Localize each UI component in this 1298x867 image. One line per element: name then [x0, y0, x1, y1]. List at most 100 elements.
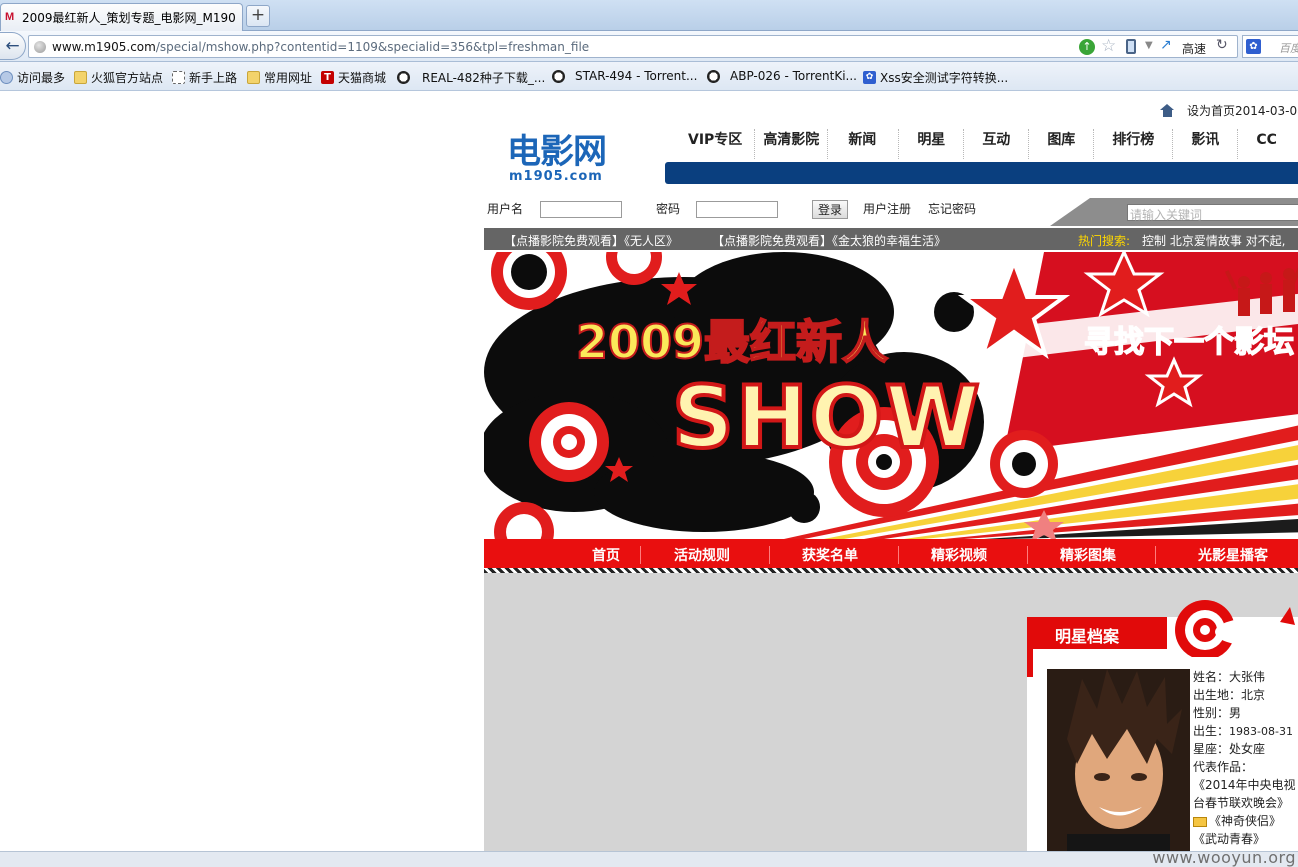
url-host: www.m1905.com [52, 40, 156, 54]
search-engine-placeholder: 百度 [1279, 42, 1298, 55]
subnav-divider [640, 546, 641, 564]
folder-icon [247, 71, 260, 84]
mobile-sync-icon[interactable] [1126, 39, 1136, 54]
browser-tab-strip: M 2009最红新人_策划专题_电影网_M190... + [0, 0, 1298, 31]
url-text[interactable]: www.m1905.com/special/mshow.php?contenti… [52, 40, 589, 54]
logo-main-text: 电影网 [507, 132, 607, 172]
bookmark-star-icon[interactable]: ☆ [1101, 36, 1116, 56]
star-work-2[interactable]: 《神奇侠侣》 [1193, 812, 1298, 830]
subnav-videos[interactable]: 精彩视频 [931, 545, 987, 565]
bookmark-label: 天猫商城 [338, 71, 387, 85]
bookmark-most-visited[interactable]: 访问最多 [0, 69, 65, 86]
tab-title: 2009最红新人_策划专题_电影网_M190... [22, 11, 237, 25]
star-profile-accent [1027, 647, 1033, 677]
forgot-password-link[interactable]: 忘记密码 [928, 200, 976, 217]
star-birthplace: 出生地：北京 [1193, 688, 1266, 702]
star-birth-label: 出生： [1193, 724, 1230, 738]
search-engine-box[interactable]: ✿ 百度 [1242, 35, 1298, 58]
star-birth-date: 1983-08-31 [1229, 725, 1293, 738]
subnav-divider [769, 546, 770, 564]
nav-rankings[interactable]: 排行榜 [1094, 129, 1174, 159]
back-button[interactable]: ← [0, 32, 26, 60]
bookmark-getting-started[interactable]: 新手上路 [172, 69, 237, 86]
subnav-winners[interactable]: 获奖名单 [802, 545, 858, 565]
hot-search-terms[interactable]: 控制 北京爱情故事 对不起, [1142, 232, 1285, 249]
bookmark-xss-test[interactable]: ✿ Xss安全测试字符转换... [863, 69, 1008, 86]
site-logo[interactable]: 电影网 m1905.com [507, 134, 637, 184]
bookmark-label: ABP-026 - TorrentKi... [730, 69, 857, 83]
promo-link-2[interactable]: 【点播影院免费观看】《金太狼的幸福生活》 [712, 232, 946, 249]
star-work-1-line2[interactable]: 台春节联欢晚会》 [1193, 794, 1298, 812]
star-birth: 出生：1983-08-31 [1193, 722, 1298, 740]
nav-cctv6[interactable]: CC [1238, 129, 1295, 159]
dropdown-arrow-icon[interactable]: ▼ [1145, 40, 1153, 51]
nav-gallery[interactable]: 图库 [1029, 129, 1095, 159]
star-profile-header: 明星档案 [1027, 617, 1167, 649]
banner-artwork: 2009最红新人 SHOW 寻找下一个影坛 [484, 252, 1298, 539]
video-icon [1193, 816, 1207, 827]
banner-show: SHOW [672, 368, 982, 468]
subnav-star-podcast[interactable]: 光影星播客 [1198, 545, 1268, 565]
panda-icon [552, 69, 565, 83]
reload-icon[interactable]: ↻ [1216, 37, 1228, 53]
username-label: 用户名 [487, 202, 524, 216]
globe-icon [0, 71, 13, 84]
hot-search-label: 热门搜索: [1078, 234, 1131, 248]
bookmark-label: STAR-494 - Torrent... [575, 69, 698, 83]
star-photo[interactable] [1047, 669, 1190, 851]
go-arrow-icon[interactable]: ↑ [1079, 39, 1095, 55]
bookmarks-toolbar: 访问最多 火狐官方站点 新手上路 常用网址 T 天猫商城 REAL-482种子下载… [0, 62, 1298, 91]
nav-interact[interactable]: 互动 [964, 129, 1030, 159]
baidu-paw-icon[interactable]: ✿ [1246, 39, 1261, 54]
star-profile-details: 姓名：大张伟 出生地：北京 性别：男 出生：1983-08-31 星座：处女座 … [1193, 668, 1298, 848]
register-link[interactable]: 用户注册 [863, 200, 911, 217]
nav-hd-cinema[interactable]: 高清影院 [755, 129, 829, 159]
star-portrait [1047, 669, 1190, 851]
star-work-1-line1[interactable]: 《2014年中央电视 [1193, 776, 1298, 794]
logo-sub-text: m1905.com [509, 169, 603, 184]
speed-mode-icon[interactable]: ↗ [1160, 37, 1172, 53]
star-profile-title: 明星档案 [1055, 627, 1120, 646]
dashed-folder-icon [172, 71, 185, 84]
nav-vip[interactable]: VIP专区 [676, 129, 756, 159]
web-page: 设为首页2014-03-08 电影网 m1905.com VIP专区 高清影院 … [0, 92, 1298, 851]
subnav-home[interactable]: 首页 [592, 545, 620, 565]
bookmark-abp-026[interactable]: ABP-026 - TorrentKi... [707, 69, 857, 83]
bookmark-firefox-official[interactable]: 火狐官方站点 [74, 69, 163, 86]
browser-status-bar [0, 851, 1298, 867]
password-label: 密码 [656, 202, 681, 216]
subnav-rules[interactable]: 活动规则 [674, 545, 730, 565]
site-search-input[interactable]: 请输入关键词 [1127, 204, 1298, 222]
bookmark-star-494[interactable]: STAR-494 - Torrent... [552, 69, 697, 83]
bookmark-common-sites[interactable]: 常用网址 [247, 69, 312, 86]
browser-navigation-bar: ← www.m1905.com/special/mshow.php?conten… [0, 31, 1298, 62]
profile-decoration [1175, 600, 1295, 657]
set-homepage-link[interactable]: 设为首页2014-03-08 [1160, 102, 1298, 119]
password-input[interactable] [696, 201, 778, 218]
campaign-banner: 2009最红新人 SHOW 寻找下一个影坛 [484, 252, 1298, 539]
login-button[interactable]: 登录 [812, 200, 848, 219]
nav-stars[interactable]: 明星 [899, 129, 965, 159]
subnav-gallery[interactable]: 精彩图集 [1060, 545, 1116, 565]
subnav-divider [898, 546, 899, 564]
new-tab-button[interactable]: + [246, 5, 270, 27]
tmall-icon: T [321, 71, 334, 84]
main-navigation: VIP专区 高清影院 新闻 明星 互动 图库 排行榜 影讯 CC [676, 129, 1298, 159]
bookmark-label: Xss安全测试字符转换... [880, 71, 1009, 85]
address-bar[interactable]: www.m1905.com/special/mshow.php?contenti… [28, 35, 1238, 58]
nav-showtimes[interactable]: 影讯 [1173, 129, 1239, 159]
site-identity-icon[interactable] [34, 41, 46, 53]
promo-link-1[interactable]: 【点播影院免费观看】《无人区》 [504, 232, 678, 249]
star-work-3[interactable]: 《武动青春》 [1193, 830, 1298, 848]
bookmark-real-482[interactable]: REAL-482种子下载_... [397, 69, 545, 86]
bookmark-label: 访问最多 [17, 71, 66, 85]
promo-ticker: 【点播影院免费观看】《无人区》 【点播影院免费观看】《金太狼的幸福生活》 热门搜… [484, 228, 1298, 250]
set-home-label: 设为首页2014-03-08 [1187, 104, 1298, 118]
speed-mode-label[interactable]: 高速 [1182, 40, 1206, 57]
bookmark-label: REAL-482种子下载_... [422, 71, 546, 85]
browser-tab-active[interactable]: M 2009最红新人_策划专题_电影网_M190... [0, 3, 243, 31]
nav-news[interactable]: 新闻 [828, 129, 900, 159]
bookmark-tmall[interactable]: T 天猫商城 [321, 69, 386, 86]
username-input[interactable] [540, 201, 622, 218]
bookmark-label: 火狐官方站点 [91, 71, 164, 85]
